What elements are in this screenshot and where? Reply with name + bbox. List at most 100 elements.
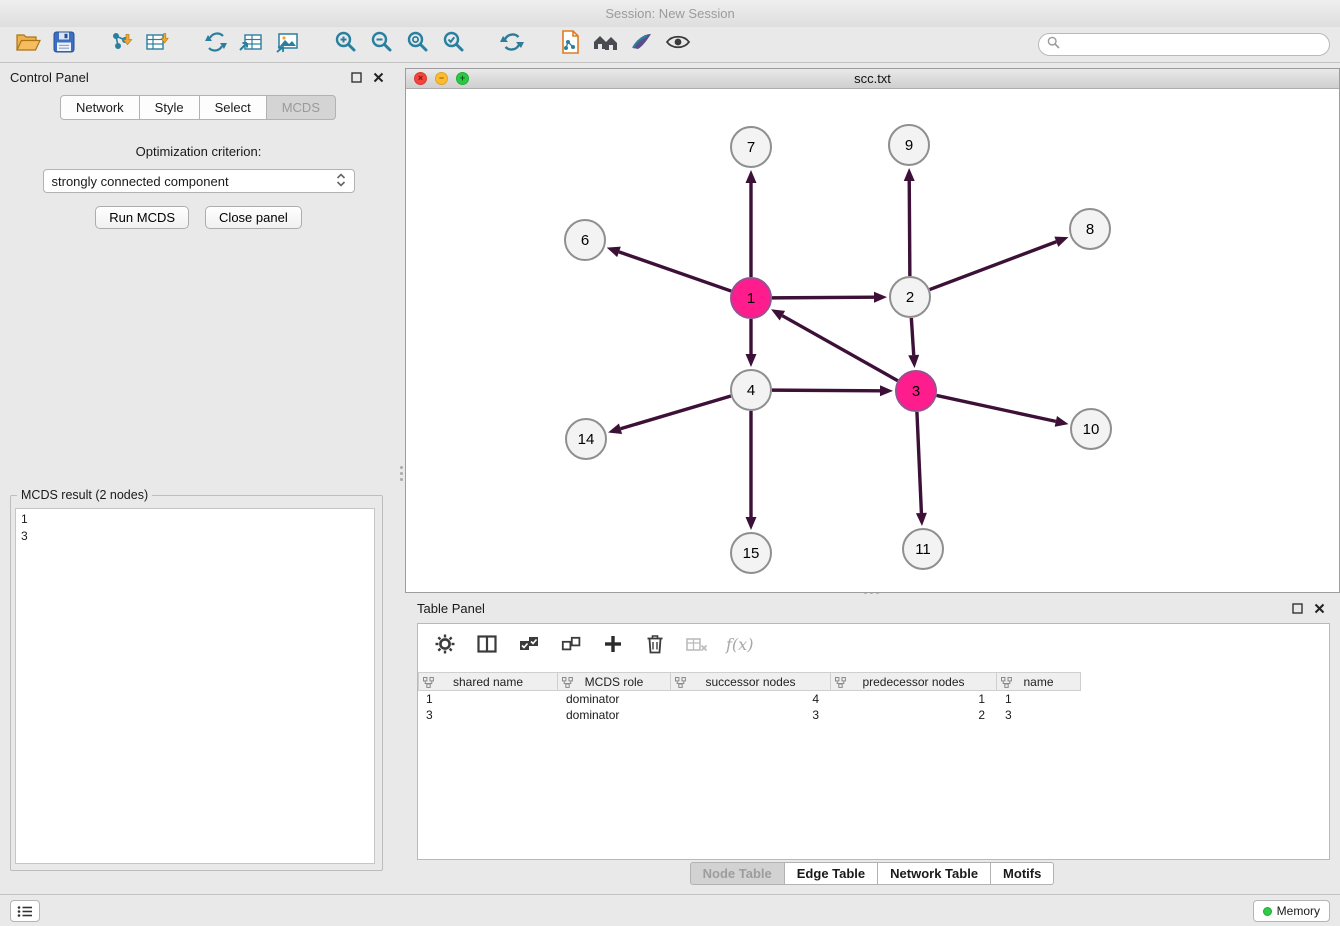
vertical-splitter[interactable]	[399, 462, 404, 484]
table-row[interactable]: 3dominator323	[418, 707, 1329, 723]
tab-network-table[interactable]: Network Table	[877, 862, 991, 885]
mcds-result-list[interactable]: 13	[15, 508, 375, 864]
graph-edge[interactable]	[619, 252, 731, 291]
table-cell-shared-name[interactable]: 1	[418, 691, 558, 707]
tab-network[interactable]: Network	[60, 95, 140, 120]
column-header-mcds-role[interactable]: MCDS role	[558, 672, 671, 691]
add-column-button[interactable]	[600, 631, 626, 657]
column-header-predecessor-nodes[interactable]: predecessor nodes	[831, 672, 997, 691]
search-icon	[1047, 36, 1060, 54]
graph-edge[interactable]	[772, 390, 880, 391]
optimization-criterion-dropdown[interactable]: strongly connected component	[43, 169, 355, 193]
graph-edge[interactable]	[621, 396, 731, 429]
open-session-button[interactable]	[10, 30, 46, 60]
graph-node-14[interactable]: 14	[566, 419, 606, 459]
search-input[interactable]	[1065, 38, 1321, 52]
graph-node-7[interactable]: 7	[731, 127, 771, 167]
table-tabs: Node TableEdge TableNetwork TableMotifs	[405, 862, 1340, 885]
import-table-button[interactable]	[140, 30, 176, 60]
column-header-shared-name[interactable]: shared name	[418, 672, 558, 691]
task-history-button[interactable]	[10, 900, 40, 922]
close-panel-button[interactable]	[369, 68, 387, 86]
tab-node-table[interactable]: Node Table	[690, 862, 785, 885]
export-table-button[interactable]	[234, 30, 270, 60]
table-cell-name[interactable]: 3	[997, 707, 1081, 723]
graph-node-9[interactable]: 9	[889, 125, 929, 165]
tab-edge-table[interactable]: Edge Table	[784, 862, 878, 885]
select-all-button[interactable]	[516, 631, 542, 657]
table-cell-successor-nodes[interactable]: 3	[671, 707, 831, 723]
function-builder-button[interactable]: f(x)	[726, 635, 753, 654]
delete-table-button[interactable]	[684, 631, 710, 657]
table-cell-mcds-role[interactable]: dominator	[558, 707, 671, 723]
graph-node-8[interactable]: 8	[1070, 209, 1110, 249]
column-header-name[interactable]: name	[997, 672, 1081, 691]
close-panel-button-mcds[interactable]: Close panel	[205, 206, 302, 229]
deselect-all-button[interactable]	[558, 631, 584, 657]
float-panel-button[interactable]	[347, 68, 365, 86]
tab-style[interactable]: Style	[139, 95, 200, 120]
show-hide-button[interactable]	[660, 30, 696, 60]
network-canvas-area[interactable]: 7 9 6 8 1 2 4 3 14 10 15 11	[406, 89, 1339, 592]
close-window-button[interactable]: ×	[414, 72, 427, 85]
graph-node-1[interactable]: 1	[731, 278, 771, 318]
network-graph[interactable]: 7 9 6 8 1 2 4 3 14 10 15 11	[406, 89, 1339, 592]
zoom-selected-icon	[442, 30, 466, 59]
apply-style-button[interactable]	[624, 30, 660, 60]
graph-edge[interactable]	[782, 316, 897, 381]
export-image-button[interactable]	[270, 30, 306, 60]
network-window-titlebar[interactable]: × − + scc.txt	[406, 69, 1339, 89]
save-session-button[interactable]	[46, 30, 82, 60]
graph-edge[interactable]	[772, 297, 874, 298]
graph-edge[interactable]	[917, 412, 921, 513]
tab-motifs[interactable]: Motifs	[990, 862, 1054, 885]
run-mcds-button[interactable]: Run MCDS	[95, 206, 189, 229]
graph-node-11[interactable]: 11	[903, 529, 943, 569]
memory-button[interactable]: Memory	[1253, 900, 1330, 922]
maximize-window-button[interactable]: +	[456, 72, 469, 85]
minimize-window-button[interactable]: −	[435, 72, 448, 85]
graph-edge[interactable]	[930, 242, 1057, 290]
zoom-in-button[interactable]	[328, 30, 364, 60]
graph-node-15[interactable]: 15	[731, 533, 771, 573]
table-row[interactable]: 1dominator411	[418, 691, 1329, 707]
refresh-button[interactable]	[494, 30, 530, 60]
zoom-out-button[interactable]	[364, 30, 400, 60]
graph-node-10[interactable]: 10	[1071, 409, 1111, 449]
graph-edge[interactable]	[911, 318, 913, 355]
graph-node-4[interactable]: 4	[731, 370, 771, 410]
graph-edge[interactable]	[937, 395, 1056, 421]
eye-icon	[664, 31, 692, 58]
table-cell-name[interactable]: 1	[997, 691, 1081, 707]
new-network-button[interactable]	[198, 30, 234, 60]
graph-node-3[interactable]: 3	[896, 371, 936, 411]
table-cell-predecessor-nodes[interactable]: 1	[831, 691, 997, 707]
graph-edge[interactable]	[909, 181, 910, 276]
column-header-successor-nodes[interactable]: successor nodes	[671, 672, 831, 691]
import-network-button[interactable]	[104, 30, 140, 60]
table-cell-shared-name[interactable]: 3	[418, 707, 558, 723]
zoom-fit-button[interactable]	[400, 30, 436, 60]
tab-select[interactable]: Select	[199, 95, 267, 120]
zoom-fit-icon	[406, 30, 430, 59]
show-columns-button[interactable]	[474, 631, 500, 657]
table-cell-predecessor-nodes[interactable]: 2	[831, 707, 997, 723]
home-button[interactable]	[588, 30, 624, 60]
table-cell-successor-nodes[interactable]: 4	[671, 691, 831, 707]
delete-column-button[interactable]	[642, 631, 668, 657]
table-panel-title: Table Panel	[417, 601, 485, 616]
table-body: 1dominator4113dominator323	[418, 691, 1329, 723]
table-settings-button[interactable]	[432, 631, 458, 657]
graph-edge-arrowhead	[607, 247, 621, 257]
tab-mcds[interactable]: MCDS	[266, 95, 336, 120]
copy-view-button[interactable]	[552, 30, 588, 60]
close-table-panel-button[interactable]	[1310, 599, 1328, 617]
search-box[interactable]	[1038, 33, 1330, 56]
float-table-panel-button[interactable]	[1288, 599, 1306, 617]
table-cell-mcds-role[interactable]: dominator	[558, 691, 671, 707]
houses-icon	[591, 30, 621, 59]
svg-text:8: 8	[1086, 221, 1094, 238]
graph-node-6[interactable]: 6	[565, 220, 605, 260]
graph-node-2[interactable]: 2	[890, 277, 930, 317]
zoom-selected-button[interactable]	[436, 30, 472, 60]
